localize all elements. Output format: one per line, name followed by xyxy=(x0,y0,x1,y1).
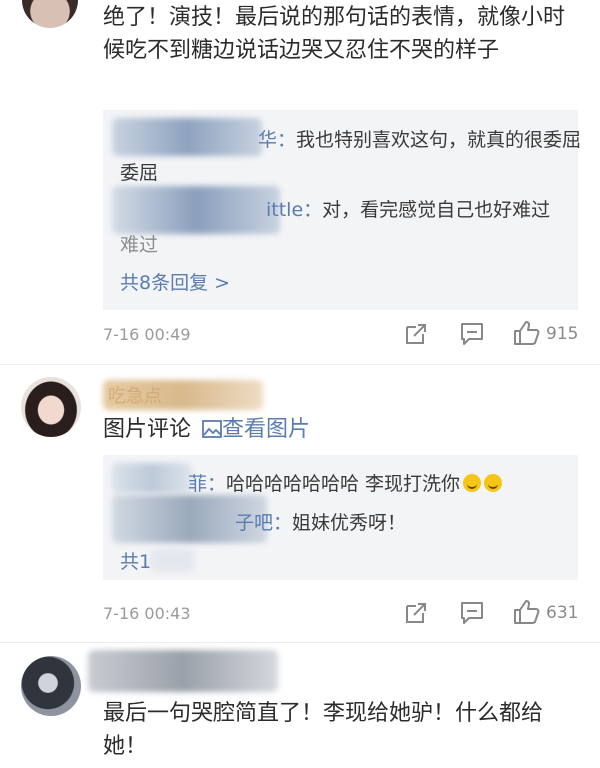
avatar[interactable] xyxy=(22,0,78,28)
comment-text: 绝了！演技！最后说的那句话的表情，就像小时候吃不到糖边说话边哭又忍住不哭的样子 xyxy=(103,5,566,63)
avatar[interactable] xyxy=(21,377,81,437)
like-count: 915 xyxy=(546,324,579,344)
comment-text: 图片评论 查看图片 xyxy=(103,413,310,446)
reply-line: 子吧：姐妹优秀呀！ xyxy=(235,506,406,540)
comment-text: 最后一句哭腔简直了！李现给她驴！什么都给她！ xyxy=(103,701,544,759)
laugh-cry-emoji-icon xyxy=(463,474,482,492)
divider xyxy=(0,642,600,643)
like-count: 631 xyxy=(546,603,579,623)
more-replies-link[interactable]: 共8条回复 > xyxy=(120,268,230,295)
reply-line: ittle：对，看完感觉自己也好难过 xyxy=(266,193,550,227)
comment-icon[interactable] xyxy=(459,321,485,347)
laugh-cry-emoji-icon xyxy=(484,474,503,492)
comment-time: 7-16 00:43 xyxy=(103,604,191,623)
comment-time: 7-16 00:49 xyxy=(103,325,191,344)
username[interactable]: 吃急点 xyxy=(108,382,162,408)
reply-name[interactable]: 华： xyxy=(258,129,296,151)
blurred-count xyxy=(150,548,195,572)
image-icon xyxy=(202,420,222,438)
reply-name[interactable]: 子吧： xyxy=(235,512,292,534)
avatar[interactable] xyxy=(21,656,81,716)
image-comment-label: 图片评论 xyxy=(103,417,192,442)
reply-text: 对，看完感觉自己也好难过 xyxy=(322,199,551,221)
reply-line: 华：我也特别喜欢这句，就真的很委屈 xyxy=(258,123,581,157)
reply-text: 姐妹优秀呀！ xyxy=(292,512,407,534)
reply-text: 我也特别喜欢这句，就真的很委屈 xyxy=(296,129,582,151)
view-image-link[interactable]: 查看图片 xyxy=(202,417,310,442)
thumbs-up-icon[interactable] xyxy=(512,319,540,347)
share-icon[interactable] xyxy=(404,322,428,346)
reply-line-cont: 委屈 xyxy=(120,162,159,184)
blurred-username xyxy=(112,186,280,234)
reply-line-cont: 难过 xyxy=(120,234,159,256)
reply-name[interactable]: ittle： xyxy=(266,199,322,221)
blurred-username xyxy=(112,463,192,493)
more-replies-link[interactable]: 共1 xyxy=(120,547,151,574)
share-icon[interactable] xyxy=(404,601,428,625)
comment-icon[interactable] xyxy=(459,600,485,626)
reply-name[interactable]: 菲： xyxy=(188,473,226,495)
blurred-username xyxy=(112,118,262,156)
divider xyxy=(0,364,600,365)
blurred-username xyxy=(88,650,278,692)
reply-text: 哈哈哈哈哈哈哈 李现打洗你 xyxy=(226,473,461,495)
reply-line: 菲：哈哈哈哈哈哈哈 李现打洗你 xyxy=(188,467,503,501)
thumbs-up-icon[interactable] xyxy=(512,598,540,626)
